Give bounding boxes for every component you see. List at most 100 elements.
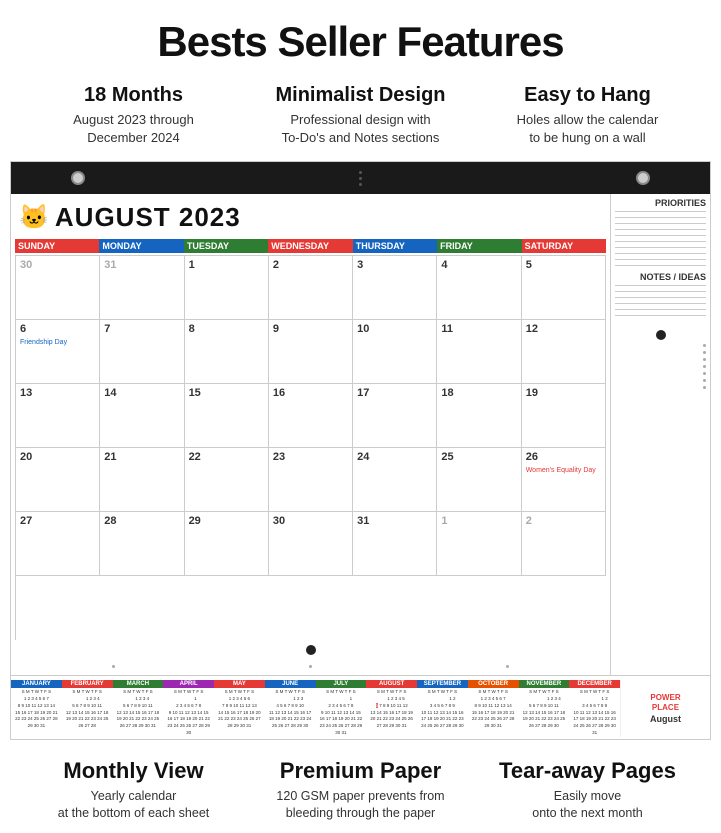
sidebar-dot-v-4 [703, 365, 706, 368]
cal-cell-30: 30 [16, 256, 100, 320]
mini-month-grid-apr: S M T W T F S 1 2 3 4 5 6 7 8 9 10 11 12… [163, 689, 214, 736]
cal-cell-17: 17 [353, 384, 437, 448]
priority-line-10 [615, 265, 706, 266]
priority-line-6 [615, 241, 706, 242]
mini-month-label-apr: APRIL [163, 680, 214, 688]
hanger-hole-right [636, 171, 650, 185]
notes-line-6 [615, 315, 706, 316]
bottom-dots-row [15, 662, 606, 671]
cal-cell-27: 27 [16, 512, 100, 576]
calendar-month-title: AUGUST 2023 [55, 202, 241, 233]
cal-cell-31: 31 [353, 512, 437, 576]
hanger-dot-1 [359, 171, 362, 174]
feature-premium-paper-desc: 120 GSM paper prevents frombleeding thro… [255, 788, 466, 823]
mini-month-label-feb: FEBRUARY [62, 680, 113, 688]
priority-line-8 [615, 253, 706, 254]
sidebar-dot-v-1 [703, 344, 706, 347]
mini-month-grid-jul: S M T W T F S 1 2 3 4 5 6 7 8 9 10 11 12… [316, 689, 367, 736]
mini-months-bar: JANUARY S M T W T F S 1 2 3 4 5 6 7 8 9 … [11, 675, 710, 738]
sidebar-dot-v-5 [703, 372, 706, 375]
mini-month-sep: SEPTEMBER S M T W T F S 1 2 3 4 5 6 7 8 … [417, 680, 468, 736]
day-name-wednesday: WEDNESDAY [268, 239, 352, 253]
mini-month-label-jan: JANUARY [11, 680, 62, 688]
feature-premium-paper: Premium Paper 120 GSM paper prevents fro… [247, 758, 474, 823]
cal-cell-31-prev: 31 [100, 256, 184, 320]
notes-label: NOTES / IDEAS [615, 272, 706, 282]
priorities-lines [615, 211, 706, 266]
cal-cell-11: 11 [437, 320, 521, 384]
mini-month-label-may: MAY [214, 680, 265, 688]
notes-line-3 [615, 297, 706, 298]
cal-cell-12: 12 [522, 320, 606, 384]
notes-line-1 [615, 285, 706, 286]
mini-month-oct: OCTOBER S M T W T F S 1 2 3 4 5 6 7 8 9 … [468, 680, 519, 736]
hanger-dot-3 [359, 183, 362, 186]
mini-month-grid-may: S M T W T F S 1 2 3 4 5 6 7 8 9 10 11 12… [214, 689, 265, 730]
bottom-dot-1 [112, 665, 115, 668]
cal-cell-2: 2 [269, 256, 353, 320]
cal-cell-16: 16 [269, 384, 353, 448]
mini-month-label-aug: AUGUST [366, 680, 417, 688]
day-name-monday: MONDAY [99, 239, 183, 253]
sidebar-dot-v-3 [703, 358, 706, 361]
calendar-bottom-dot [15, 640, 606, 662]
cal-cell-25: 25 [437, 448, 521, 512]
priorities-label: PRIORITIES [615, 198, 706, 208]
feature-18-months-title: 18 Months [30, 84, 237, 107]
hanger-hole-left [71, 171, 85, 185]
mini-month-grid-nov: S M T W T F S 1 2 3 4 5 6 7 8 9 10 11 12… [519, 689, 570, 730]
calendar-sidebar: PRIORITIES NOTES / IDEAS [610, 194, 710, 675]
day-name-saturday: SATURDAY [522, 239, 606, 253]
calendar-week-4: 20 21 22 23 24 25 26Women's Equality Day [16, 448, 606, 512]
feature-minimalist-design: Minimalist Design Professional design wi… [247, 84, 474, 147]
mini-month-label-oct: OCTOBER [468, 680, 519, 688]
mini-month-mar: MARCH S M T W T F S 1 2 3 4 5 6 7 8 9 10… [113, 680, 164, 736]
calendar-section: 🐱 AUGUST 2023 SUNDAY MONDAY TUESDAY WEDN… [10, 161, 711, 739]
notes-lines [615, 285, 706, 316]
calendar-grid-rows: 30 31 1 2 3 4 5 6Friendship Day 7 8 9 10… [15, 255, 606, 640]
cal-cell-28: 28 [100, 512, 184, 576]
feature-minimalist-desc: Professional design withTo-Do's and Note… [257, 111, 464, 147]
day-name-thursday: THURSDAY [353, 239, 437, 253]
mini-month-dec: DECEMBER S M T W T F S 1 2 3 4 5 6 7 8 9… [569, 680, 620, 736]
cal-cell-26: 26Women's Equality Day [522, 448, 606, 512]
mini-month-label-nov: NOVEMBER [519, 680, 570, 688]
page-title: Bests Seller Features [10, 18, 711, 66]
cal-cell-9: 9 [269, 320, 353, 384]
mini-month-label-sep: SEPTEMBER [417, 680, 468, 688]
priority-line-4 [615, 229, 706, 230]
mini-month-label-jun: JUNE [265, 680, 316, 688]
hanger-bar [11, 162, 710, 194]
calendar-header: 🐱 AUGUST 2023 [15, 202, 606, 233]
calendar-grid: 🐱 AUGUST 2023 SUNDAY MONDAY TUESDAY WEDN… [11, 194, 610, 675]
sidebar-dots-vertical [615, 344, 706, 671]
mini-month-jul: JULY S M T W T F S 1 2 3 4 5 6 7 8 9 10 … [316, 680, 367, 736]
mini-month-grid-jan: S M T W T F S 1 2 3 4 5 6 7 8 9 10 11 12… [11, 689, 62, 730]
sidebar-dot-v-6 [703, 379, 706, 382]
mini-month-jan: JANUARY S M T W T F S 1 2 3 4 5 6 7 8 9 … [11, 680, 62, 736]
bottom-features-row: Monthly View Yearly calendarat the botto… [0, 740, 721, 833]
mini-month-jun: JUNE S M T W T F S 1 2 3 4 5 6 7 8 9 10 … [265, 680, 316, 736]
mini-month-apr: APRIL S M T W T F S 1 2 3 4 5 6 7 8 9 10… [163, 680, 214, 736]
day-name-sunday: SUNDAY [15, 239, 99, 253]
feature-minimalist-title: Minimalist Design [257, 84, 464, 107]
feature-18-months: 18 Months August 2023 throughDecember 20… [20, 84, 247, 147]
feature-easy-hang-desc: Holes allow the calendarto be hung on a … [484, 111, 691, 147]
sidebar-dot-v-2 [703, 351, 706, 354]
cal-cell-13: 13 [16, 384, 100, 448]
feature-premium-paper-title: Premium Paper [255, 758, 466, 784]
mini-month-grid-mar: S M T W T F S 1 2 3 4 5 6 7 8 9 10 11 12… [113, 689, 164, 730]
cal-cell-22: 22 [185, 448, 269, 512]
notes-line-5 [615, 309, 706, 310]
calendar-day-names: SUNDAY MONDAY TUESDAY WEDNESDAY THURSDAY… [15, 239, 606, 253]
mini-month-grid-aug: S M T W T F S 1 2 3 4 5 6 7 8 9 10 11 12… [366, 689, 417, 730]
cal-cell-3: 3 [353, 256, 437, 320]
cal-cell-19: 19 [522, 384, 606, 448]
hanger-dots-center [359, 171, 362, 186]
cal-cell-2-next: 2 [522, 512, 606, 576]
feature-tearaway-pages: Tear-away Pages Easily moveonto the next… [474, 758, 701, 823]
mini-month-label-dec: DECEMBER [569, 680, 620, 688]
priority-line-3 [615, 223, 706, 224]
cal-cell-1: 1 [185, 256, 269, 320]
mini-month-grid-dec: S M T W T F S 1 2 3 4 5 6 7 8 9 10 11 12… [569, 689, 620, 736]
